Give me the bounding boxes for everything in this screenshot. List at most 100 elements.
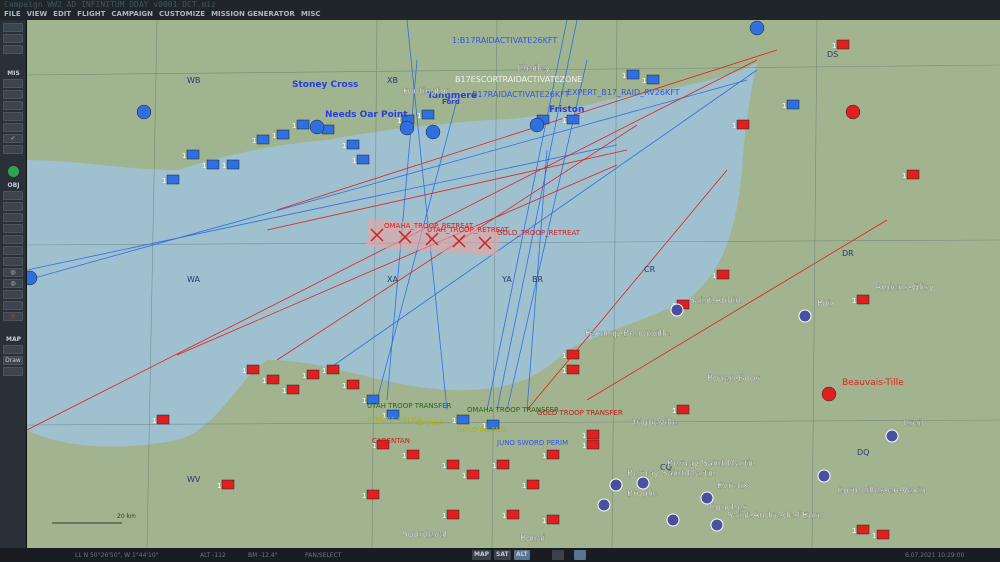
group-button[interactable]: [3, 290, 23, 299]
neutral-airfield-icon[interactable]: [798, 309, 812, 323]
satellite-mode-button[interactable]: SAT: [494, 550, 511, 560]
blue-unit[interactable]: 1: [272, 129, 290, 140]
map-canvas[interactable]: WB XB DS WA XA YA BR CR DR WV CQ DQ 111 1…: [27, 20, 1000, 548]
neutral-airfield-icon[interactable]: [666, 513, 680, 527]
zone-button[interactable]: ◎: [3, 268, 23, 277]
red-unit[interactable]: 1: [542, 514, 560, 525]
filter-button[interactable]: [574, 550, 586, 560]
add-helicopter-button[interactable]: [3, 202, 23, 211]
menu-flight[interactable]: FLIGHT: [77, 10, 105, 18]
red-unit[interactable]: 1: [342, 379, 360, 390]
red-unit[interactable]: 1: [562, 364, 580, 375]
red-unit[interactable]: 1: [492, 459, 510, 470]
fly-mission-icon[interactable]: [8, 166, 19, 177]
resources-button[interactable]: [3, 123, 23, 132]
alt-mode-button[interactable]: ALT: [514, 550, 530, 560]
templates-button[interactable]: [3, 145, 23, 154]
neutral-airfield-icon[interactable]: [670, 303, 684, 317]
check-button[interactable]: ✓: [3, 134, 23, 143]
red-unit[interactable]: 1: [832, 39, 850, 50]
circle-zone-button[interactable]: ◎: [3, 279, 23, 288]
red-unit[interactable]: 1: [732, 119, 750, 130]
add-ship-button[interactable]: [3, 213, 23, 222]
menu-misc[interactable]: MISC: [301, 10, 321, 18]
menu-mission-generator[interactable]: MISSION GENERATOR: [211, 10, 295, 18]
blue-unit[interactable]: 1: [562, 114, 580, 125]
add-vehicle-button[interactable]: [3, 224, 23, 233]
add-airplane-button[interactable]: [3, 191, 23, 200]
red-unit[interactable]: 1: [242, 364, 260, 375]
red-unit[interactable]: 1: [502, 509, 520, 520]
new-file-button[interactable]: [3, 23, 23, 32]
blue-unit[interactable]: 1: [417, 109, 435, 120]
airbase-icon[interactable]: [845, 104, 861, 120]
blue-unit[interactable]: 1: [452, 414, 470, 425]
blue-unit[interactable]: 1: [162, 174, 180, 185]
blue-unit[interactable]: 1: [622, 69, 640, 80]
menu-file[interactable]: FILE: [4, 10, 21, 18]
add-static-button[interactable]: [3, 235, 23, 244]
save-file-button[interactable]: [3, 45, 23, 54]
draw-button[interactable]: Draw: [3, 356, 23, 365]
airbase-icon[interactable]: [309, 119, 325, 135]
blue-unit[interactable]: 1: [642, 74, 660, 85]
red-unit[interactable]: 1: [542, 449, 560, 460]
trigger-zone-button[interactable]: [3, 112, 23, 121]
delete-button[interactable]: ✕: [3, 312, 23, 321]
blue-unit[interactable]: 1: [292, 119, 310, 130]
briefing-button[interactable]: [3, 79, 23, 88]
red-unit[interactable]: 1: [322, 364, 340, 375]
blue-unit[interactable]: 1: [342, 139, 360, 150]
red-unit[interactable]: 1: [217, 479, 235, 490]
red-unit[interactable]: 1: [522, 479, 540, 490]
red-unit[interactable]: 1: [152, 414, 170, 425]
waypoint-button[interactable]: [3, 257, 23, 266]
blue-unit[interactable]: 1: [202, 159, 220, 170]
red-unit[interactable]: 1: [852, 294, 870, 305]
blue-unit[interactable]: 1: [222, 159, 240, 170]
red-unit[interactable]: 1: [262, 374, 280, 385]
neutral-airfield-icon[interactable]: [817, 469, 831, 483]
menu-edit[interactable]: EDIT: [53, 10, 71, 18]
airbase-icon[interactable]: [399, 120, 415, 136]
map-mode-button[interactable]: MAP: [472, 550, 492, 560]
blue-unit[interactable]: 1: [352, 154, 370, 165]
menu-view[interactable]: VIEW: [27, 10, 48, 18]
red-unit[interactable]: 1: [582, 439, 600, 450]
red-unit[interactable]: 1: [402, 449, 420, 460]
neutral-airfield-icon[interactable]: [710, 518, 724, 532]
blue-unit[interactable]: 1: [782, 99, 800, 110]
layers-button[interactable]: [552, 550, 564, 560]
red-unit[interactable]: 1: [582, 429, 600, 440]
airbase-icon[interactable]: [529, 117, 545, 133]
red-unit[interactable]: 1: [852, 524, 870, 535]
formation-button[interactable]: [3, 301, 23, 310]
menu-campaign[interactable]: CAMPAIGN: [111, 10, 153, 18]
neutral-airfield-icon[interactable]: [885, 429, 899, 443]
red-unit[interactable]: 1: [872, 529, 890, 540]
neutral-airfield-icon[interactable]: [597, 498, 611, 512]
map-view[interactable]: WB XB DS WA XA YA BR CR DR WV CQ DQ 1111…: [27, 20, 1000, 548]
menu-customize[interactable]: CUSTOMIZE: [159, 10, 205, 18]
red-unit[interactable]: 1: [282, 384, 300, 395]
red-unit[interactable]: 1: [902, 169, 920, 180]
airbase-icon[interactable]: [821, 386, 837, 402]
red-unit[interactable]: 1: [462, 469, 480, 480]
airbase-icon[interactable]: [136, 104, 152, 120]
red-unit[interactable]: 1: [562, 349, 580, 360]
red-unit[interactable]: 1: [442, 509, 460, 520]
map-key-button[interactable]: [3, 345, 23, 354]
add-group-button[interactable]: [3, 246, 23, 255]
blue-unit[interactable]: 1: [182, 149, 200, 160]
red-unit[interactable]: 1: [302, 369, 320, 380]
ruler-button[interactable]: [3, 367, 23, 376]
airbase-icon[interactable]: [749, 20, 765, 36]
open-file-button[interactable]: [3, 34, 23, 43]
red-unit[interactable]: 1: [442, 459, 460, 470]
red-unit[interactable]: 1: [712, 269, 730, 280]
neutral-airfield-icon[interactable]: [609, 478, 623, 492]
triggers-button[interactable]: [3, 101, 23, 110]
red-unit[interactable]: 1: [362, 489, 380, 500]
blue-unit[interactable]: 1: [252, 134, 270, 145]
red-unit[interactable]: 1: [672, 404, 690, 415]
